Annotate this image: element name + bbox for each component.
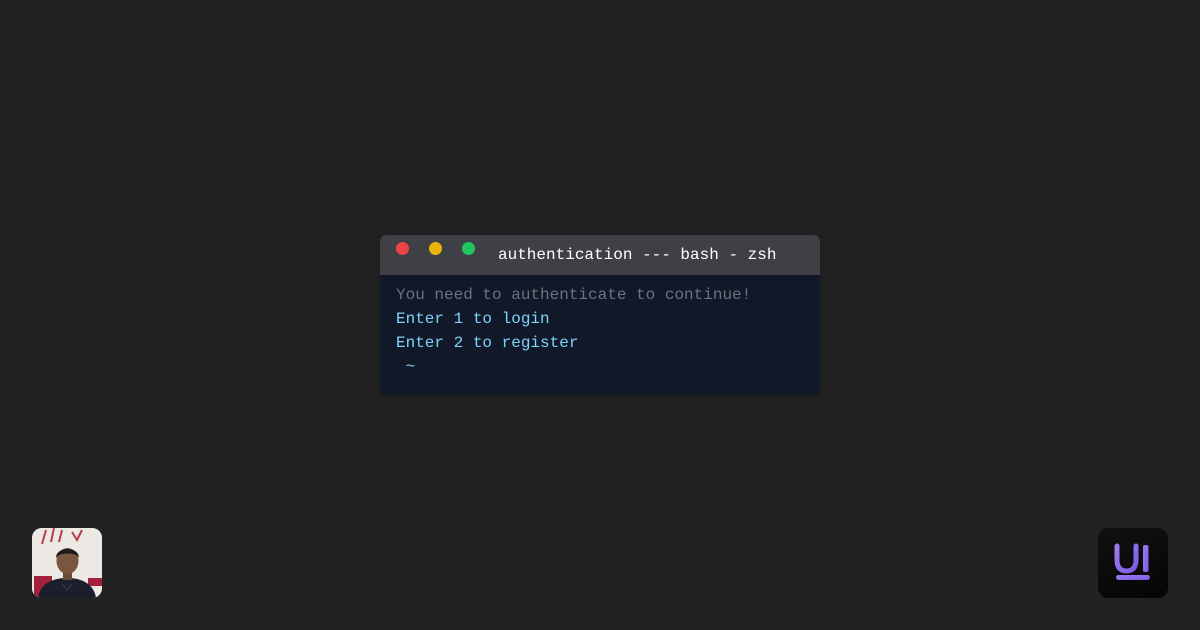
terminal-prompt[interactable]: ~ — [396, 355, 804, 379]
author-avatar — [32, 528, 102, 598]
page: authentication --- bash - zsh You need t… — [0, 0, 1200, 630]
person-photo-icon — [32, 528, 102, 598]
close-window-icon[interactable] — [396, 242, 409, 255]
terminal-output[interactable]: You need to authenticate to continue! En… — [380, 275, 820, 379]
terminal-title: authentication --- bash - zsh — [498, 246, 777, 264]
terminal-window: authentication --- bash - zsh You need t… — [380, 235, 820, 395]
prompt-path: ~ — [405, 358, 416, 376]
terminal-line-register-option: Enter 2 to register — [396, 334, 579, 352]
ui-logo-icon — [1114, 543, 1150, 580]
terminal-titlebar: authentication --- bash - zsh — [380, 235, 820, 275]
brand-logo — [1098, 528, 1168, 598]
maximize-window-icon[interactable] — [462, 242, 475, 255]
terminal-line-auth-message: You need to authenticate to continue! — [396, 286, 752, 304]
minimize-window-icon[interactable] — [429, 242, 442, 255]
terminal-line-login-option: Enter 1 to login — [396, 310, 550, 328]
